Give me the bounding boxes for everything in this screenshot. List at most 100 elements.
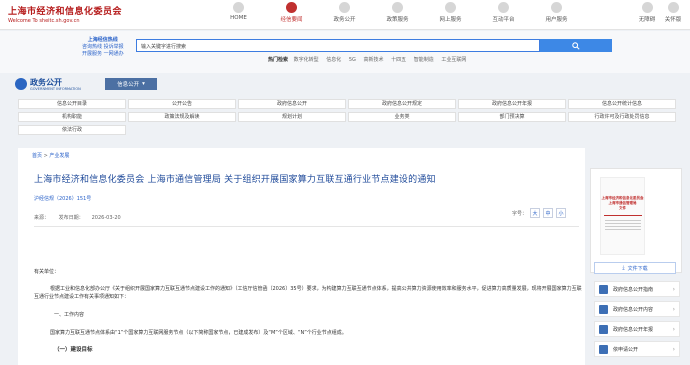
chevron-right-icon: › (672, 285, 675, 293)
download-icon: ⤓ (622, 265, 625, 271)
hot-keyword[interactable]: 信息化 (326, 57, 341, 63)
nav-user-service[interactable]: 用户服务 (530, 2, 583, 23)
category-link[interactable]: 政府信息公开 (238, 99, 346, 109)
article-panel: 首页 > 产业发展 上海市经济和信息化委员会 上海市通信管理局 关于组织开展国家… (18, 148, 585, 365)
source-label: 来源： (34, 215, 50, 221)
sidebar-item-guide[interactable]: 政府信息公开指南 › (594, 281, 680, 297)
paragraph: 国家算力互联互通节点体系由“1”个国家算力互联网服务节点（以下简称国家节点，已建… (50, 330, 347, 336)
hot-keyword[interactable]: 工业互联网 (441, 57, 466, 63)
hotline-line: 咨询热线 投诉举报 (82, 44, 124, 50)
search-button[interactable] (540, 39, 612, 52)
category-link[interactable]: 机构职能 (18, 112, 126, 122)
nav-label: HOME (230, 15, 247, 21)
category-grid: 信息公开目录 公开公告 政府信息公开 政府信息公开规定 政府信息公开年报 信息公… (18, 99, 680, 135)
document-thumbnail[interactable]: 上海市经济和信息化委员会 上海市通信管理局 文件 (600, 177, 645, 255)
breadcrumb: 首页 > 产业发展 (24, 152, 69, 159)
hot-keyword[interactable]: 高新技术 (363, 57, 383, 63)
sidebar-item-label: 依申请公开 (613, 346, 639, 353)
category-link[interactable]: 政策法规及解读 (128, 112, 236, 122)
date-label: 发布日期： (58, 215, 84, 221)
font-medium-button[interactable]: 中 (543, 208, 554, 218)
category-link[interactable]: 公开公告 (128, 99, 236, 109)
sidebar-item-content[interactable]: 政府信息公开内容 › (594, 301, 680, 317)
report-icon (599, 324, 608, 334)
paragraph: 根据工业和信息化部办公厅《关于组织开展国家算力互联互通节点建设工作的通知》（工信… (34, 286, 582, 300)
sidebar-item-label: 政府信息公开年报 (613, 326, 654, 333)
document-icon (339, 2, 350, 13)
site-logo[interactable]: 上海市经济和信息化委员会 Welcome To sheitc.sh.gov.cn (8, 4, 122, 24)
right-sidebar: 上海市经济和信息化委员会 上海市通信管理局 文件 ⤓ 文件下载 政府信息公开指南… (590, 148, 690, 365)
divider (34, 226, 579, 227)
nav-home[interactable]: HOME (212, 2, 265, 23)
hot-keyword[interactable]: 智能制造 (414, 57, 434, 63)
section-dropdown[interactable]: 信息公开 ▾ (105, 78, 157, 90)
font-small-button[interactable]: 小 (556, 208, 567, 218)
hot-keyword[interactable]: 十四五 (391, 57, 406, 63)
policy-icon (392, 2, 403, 13)
content-icon (599, 304, 608, 314)
hot-keyword[interactable]: 5G (349, 57, 356, 63)
main-nav: HOME 经信要闻 政务公开 政策服务 网上服务 互动平台 用户服务 (212, 2, 583, 23)
chat-icon (498, 2, 509, 13)
site-header: 上海市经济和信息化委员会 Welcome To sheitc.sh.gov.cn… (0, 0, 690, 30)
text-line (604, 220, 641, 221)
care-icon (667, 2, 679, 13)
nav-label: 政策服务 (386, 17, 409, 23)
font-large-button[interactable]: 大 (530, 208, 541, 218)
hot-keyword[interactable]: 数字化转型 (294, 57, 319, 63)
subsection-heading: （一）建设目标 (54, 347, 93, 353)
category-link[interactable]: 政府信息公开规定 (348, 99, 456, 109)
nav-label: 互动平台 (492, 17, 515, 23)
text-line (604, 223, 641, 224)
download-button[interactable]: ⤓ 文件下载 (594, 262, 676, 274)
sidebar-item-label: 政府信息公开指南 (613, 286, 654, 293)
home-icon (233, 2, 244, 13)
category-link[interactable]: 政府信息公开年报 (458, 99, 566, 109)
hotline-badge[interactable]: 上海经信热线 咨询热线 投诉举报 开展服务 一网通办 (82, 37, 124, 58)
chevron-down-icon: ▾ (142, 81, 145, 87)
nav-news[interactable]: 经信要闻 (265, 2, 318, 23)
sidebar-item-annual-report[interactable]: 政府信息公开年报 › (594, 321, 680, 337)
category-link[interactable]: 行政许可及行政处罚信息 (568, 112, 676, 122)
category-link[interactable]: 业务类 (348, 112, 456, 122)
breadcrumb-home[interactable]: 首页 (32, 153, 42, 159)
section-dropdown-label: 信息公开 (117, 82, 140, 88)
font-size-label: 字号： (512, 210, 528, 217)
doc-header-line: 文件 (619, 206, 626, 210)
nav-gov-info[interactable]: 政务公开 (318, 2, 371, 23)
greeting: 有关单位： (34, 269, 60, 275)
news-icon (286, 2, 297, 13)
breadcrumb-separator: > (43, 153, 48, 159)
section-header: 政务公开 GOVERNMENT INFORMATION 信息公开 ▾ (15, 75, 685, 95)
section-heading: 一、工作内容 (54, 312, 85, 318)
hot-keywords-label: 热门检索 (268, 57, 289, 63)
hot-keywords: 热门检索 数字化转型 信息化 5G 高新技术 十四五 智能制造 工业互联网 (268, 56, 472, 63)
search-icon (572, 41, 580, 50)
nav-interaction[interactable]: 互动平台 (477, 2, 530, 23)
hotline-line: 上海经信热线 (87, 37, 118, 43)
nav-label: 经信要闻 (280, 17, 303, 23)
category-link[interactable]: 信息公开统计信息 (568, 99, 676, 109)
sidebar-item-request[interactable]: 依申请公开 › (594, 341, 680, 357)
article-meta: 来源： 发布日期： 2026-03-20 (34, 214, 129, 221)
elderly-mode-link[interactable]: 关怀版 (660, 2, 686, 23)
category-link[interactable]: 部门预决算 (458, 112, 566, 122)
category-link[interactable]: 规划计划 (238, 112, 346, 122)
section-icon (15, 78, 27, 90)
chevron-right-icon: › (672, 305, 675, 313)
nav-label: 政务公开 (333, 17, 356, 23)
download-label: 文件下载 (627, 265, 648, 272)
category-link[interactable]: 信息公开目录 (18, 99, 126, 109)
accessibility-link[interactable]: 无障碍 (634, 2, 660, 23)
breadcrumb-section[interactable]: 产业发展 (49, 153, 69, 159)
hotline-line: 开展服务 一网通办 (82, 51, 124, 57)
document-preview-card: 上海市经济和信息化委员会 上海市通信管理局 文件 (590, 168, 682, 273)
category-link[interactable]: 依法行政 (18, 125, 126, 135)
article-title: 上海市经济和信息化委员会 上海市通信管理局 关于组织开展国家算力互联互通行业节点… (34, 175, 436, 185)
chevron-right-icon: › (672, 325, 675, 333)
search-input[interactable]: 输入关键字进行搜索 (136, 39, 540, 52)
text-line (604, 226, 641, 227)
nav-online-service[interactable]: 网上服务 (424, 2, 477, 23)
nav-policy[interactable]: 政策服务 (371, 2, 424, 23)
util-label: 无障碍 (638, 17, 656, 23)
